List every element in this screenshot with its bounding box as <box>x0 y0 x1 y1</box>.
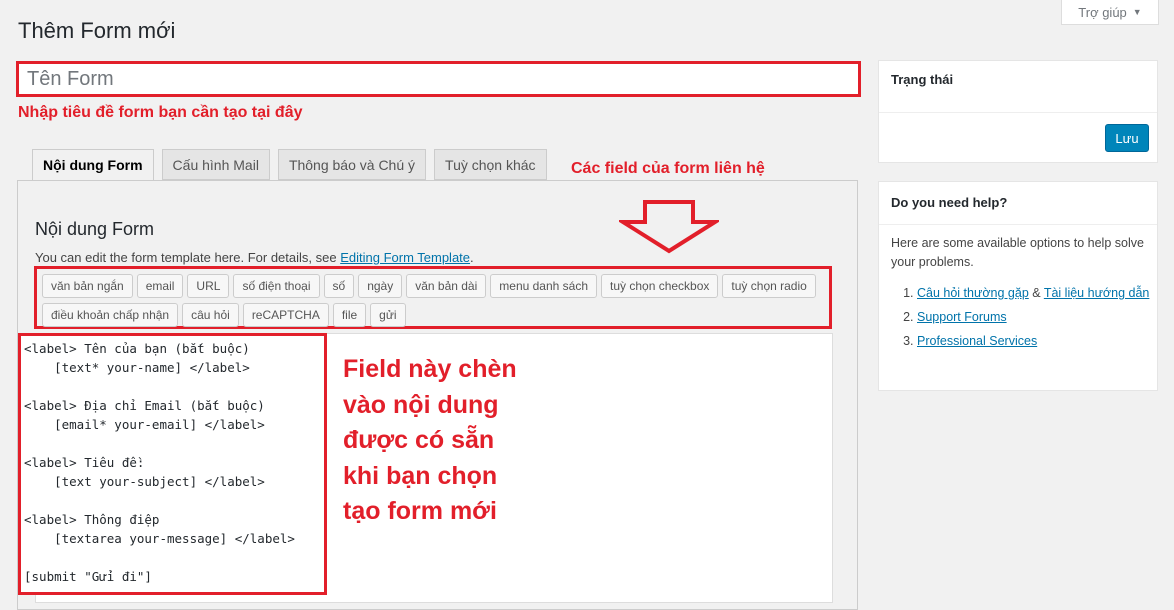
tag-button-date[interactable]: ngày <box>358 274 403 298</box>
annotation-line: khi bạn chọn <box>343 461 498 490</box>
tag-button-submit[interactable]: gửi <box>370 303 406 327</box>
help-tab-button[interactable]: Trợ giúp ▼ <box>1061 0 1159 25</box>
page-title: Thêm Form mới <box>18 18 176 43</box>
tag-button-quiz[interactable]: câu hỏi <box>182 303 239 327</box>
caret-down-icon: ▼ <box>1132 7 1142 17</box>
tab-form-content[interactable]: Nội dung Form <box>32 149 154 181</box>
link-separator: & <box>1028 286 1044 300</box>
save-button[interactable]: Lưu <box>1105 124 1149 152</box>
tag-button-textarea[interactable]: văn bản dài <box>406 274 487 298</box>
template-code[interactable]: <label> Tên của bạn (bắt buộc) [text* yo… <box>21 336 324 586</box>
tag-button-phone[interactable]: số điện thoại <box>233 274 320 298</box>
form-title-input[interactable] <box>27 67 850 91</box>
tab-additional-settings[interactable]: Tuỳ chọn khác <box>434 149 547 180</box>
annotation-line: tạo form mới <box>343 497 497 525</box>
tag-button-url[interactable]: URL <box>187 274 230 298</box>
panel-description-text: You can edit the form template here. For… <box>35 250 341 265</box>
tag-button-file[interactable]: file <box>332 303 367 327</box>
form-tabs: Nội dung Form Cấu hình Mail Thông báo và… <box>32 149 547 181</box>
tab-messages[interactable]: Thông báo và Chú ý <box>277 149 427 180</box>
annotation-line: được có sẵn <box>343 426 495 454</box>
panel-description: You can edit the form template here. For… <box>35 250 474 265</box>
help-box: Do you need help? Here are some availabl… <box>878 181 1158 391</box>
tag-generator-buttons: văn bản ngắn email URL số điện thoại số … <box>34 266 832 329</box>
tag-button-number[interactable]: số <box>323 274 355 298</box>
tag-button-acceptance[interactable]: điều khoản chấp nhận <box>42 303 179 327</box>
tag-button-radio[interactable]: tuỳ chọn radio <box>722 274 816 298</box>
help-tab-label: Trợ giúp <box>1078 4 1127 20</box>
annotation-line: vào nội dung <box>343 390 499 419</box>
list-item: Professional Services <box>917 332 1151 350</box>
help-title: Do you need help? <box>891 195 1008 210</box>
divider <box>879 224 1157 225</box>
list-item: Support Forums <box>917 308 1151 326</box>
docs-link[interactable]: Tài liệu hướng dẫn <box>1044 286 1150 300</box>
annotation-line: Field này chèn <box>343 355 517 383</box>
divider <box>879 112 1157 113</box>
annotation-content-hint: Field này chèn vào nội dung được có sẵn … <box>343 352 517 530</box>
faq-link[interactable]: Câu hỏi thường gặp <box>917 286 1029 300</box>
tag-button-short-text[interactable]: văn bản ngắn <box>42 274 133 298</box>
annotation-fields-hint: Các field của form liên hệ <box>571 160 765 177</box>
help-text: Here are some available options to help … <box>891 236 1144 269</box>
editing-template-link[interactable]: Editing Form Template <box>340 250 470 265</box>
professional-services-link[interactable]: Professional Services <box>917 334 1037 348</box>
annotation-title-hint: Nhập tiêu đề form bạn cần tạo tại đây <box>18 104 303 121</box>
tag-button-recaptcha[interactable]: reCAPTCHA <box>242 303 329 327</box>
panel-heading: Nội dung Form <box>35 219 155 239</box>
help-links-list: Câu hỏi thường gặp & Tài liệu hướng dẫn … <box>891 284 1151 356</box>
panel-description-suffix: . <box>470 250 474 265</box>
list-item: Câu hỏi thường gặp & Tài liệu hướng dẫn <box>917 284 1151 302</box>
tag-button-email[interactable]: email <box>136 274 184 298</box>
tag-button-menu[interactable]: menu danh sách <box>490 274 598 298</box>
tab-mail-config[interactable]: Cấu hình Mail <box>161 149 270 180</box>
template-code-highlight: <label> Tên của bạn (bắt buộc) [text* yo… <box>18 333 327 595</box>
tag-button-checkbox[interactable]: tuỳ chọn checkbox <box>601 274 719 298</box>
form-title-field-wrapper <box>16 61 861 97</box>
status-box: Trạng thái Lưu <box>878 60 1158 163</box>
down-arrow-icon <box>619 200 719 254</box>
status-title: Trạng thái <box>891 72 954 87</box>
support-forums-link[interactable]: Support Forums <box>917 310 1007 324</box>
